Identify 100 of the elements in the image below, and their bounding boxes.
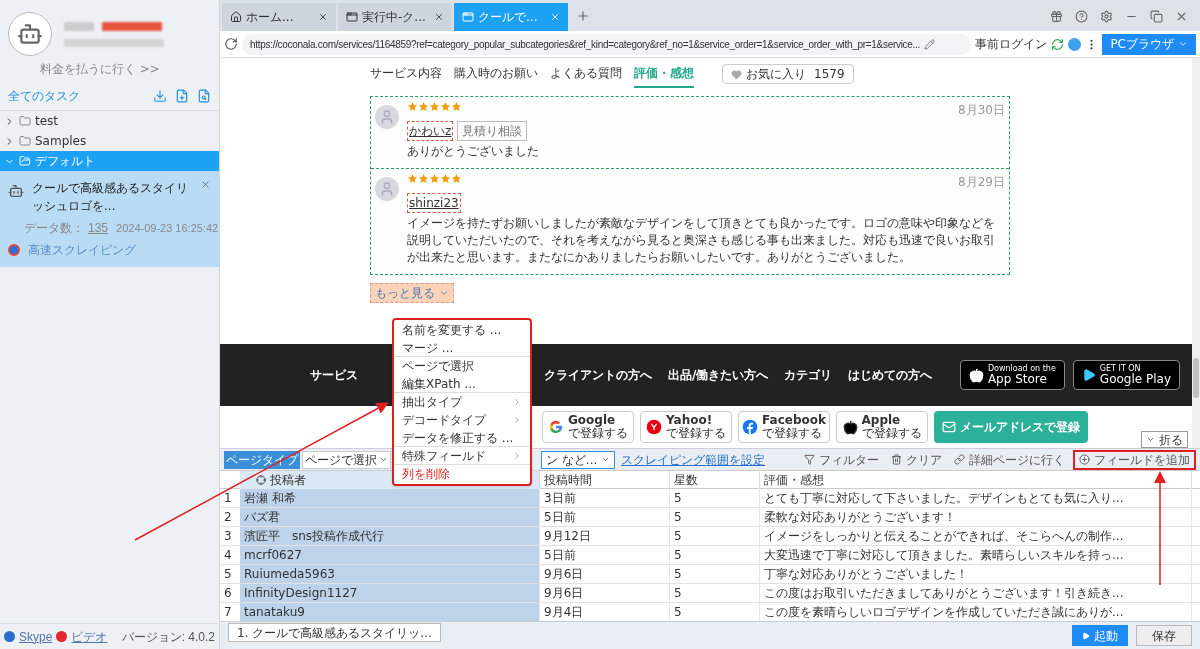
social-login-button[interactable]: Google で登録する [542,411,634,443]
context-menu-item[interactable]: デコードタイプ [394,411,530,429]
toolbar-action[interactable]: クリア [887,449,946,470]
context-menu-item[interactable]: データを修正する ... [394,429,530,447]
chevron-right-icon [512,450,522,461]
user-icon[interactable] [1068,37,1082,51]
star-icon [418,101,429,112]
context-menu-item[interactable]: マージ ... [394,339,530,357]
page-nav-tab[interactable]: よくある質問 [550,64,622,88]
toolbar-action[interactable]: フィルター [800,449,883,470]
table-cell: 濱匠平 sns投稿作成代行 [240,527,540,545]
table-cell: 9月12日 [540,527,670,545]
folder-tree-item[interactable]: test [0,111,219,131]
pre-login-button[interactable]: 事前ログイン [975,35,1048,53]
save-button[interactable]: 保存 [1136,625,1192,646]
folder-icon [19,115,31,127]
table-cell: 5日前 [540,508,670,526]
store-badge[interactable]: GET IT ON Google Play [1072,360,1180,390]
robot-icon [8,183,24,199]
close-icon[interactable] [434,12,444,22]
scraping-mode-label: 高速スクレイピング [28,242,136,259]
row-number: 5 [223,566,233,583]
search-task-icon[interactable] [197,89,211,103]
social-login-button[interactable]: Apple で登録する [836,411,928,443]
toolbar-action[interactable]: 詳細ページに行く [950,449,1069,470]
table-cell: とても丁寧に対応して下さいました。デザインもとても気に入り... [760,489,1192,507]
sync-icon[interactable] [1051,37,1065,51]
home-icon [230,11,242,23]
help-icon[interactable] [1075,10,1088,23]
window-icon [346,11,358,23]
window-icon [462,11,474,23]
star-icon [429,101,440,112]
close-icon[interactable] [550,12,560,22]
new-task-icon[interactable] [175,89,189,103]
table-cell: 9月6日 [540,565,670,583]
table-cell: 5 [670,508,760,526]
footer-heading: サービス [310,367,358,384]
column-header[interactable]: 投稿時間 [540,471,670,489]
table-cell: mcrf0627 [240,546,540,564]
store-badge[interactable]: Download on the App Store [959,360,1065,390]
footer-heading: 出品/働きたい方へ [668,367,769,384]
table-cell: バズ君 [240,508,540,526]
plus-circle-icon [1079,454,1090,465]
row-number: 3 [223,528,233,545]
context-menu-item[interactable]: 編集XPath ... [394,375,530,393]
favorite-button[interactable]: お気に入り 1579 [722,64,854,84]
context-menu-item[interactable]: 抽出タイプ [394,393,530,411]
footer-link[interactable]: ビデオ [71,627,108,646]
row-number: 2 [223,509,233,526]
table-cell: 柔軟な対応ありがとうございます！ [760,508,1192,526]
settings-icon[interactable] [1100,10,1113,23]
table-cell: 9月6日 [540,584,670,602]
scraping-range-link[interactable]: スクレイピング範囲を設定 [621,450,766,469]
url-field[interactable]: https://coconala.com/services/1164859?ref=category_popular_subcategories&ref_kind=category&ref_no=1&service_order=1&service_order_with_pr=1&service... [242,33,972,55]
page-select-dropdown[interactable]: ページで選択 [302,450,391,469]
close-icon[interactable] [318,12,328,22]
video-icon[interactable] [56,631,68,642]
import-icon[interactable] [153,89,167,103]
task-title: クールで高級感あるスタイリッシュロゴを... [32,180,189,215]
social-login-button[interactable]: Yahoo! で登録する [640,411,732,443]
table-cell: 丁寧な対応ありがとうございました！ [760,565,1192,583]
star-icon [418,173,429,184]
gift-icon[interactable] [1050,10,1063,23]
reviewer-name[interactable]: かわいz [407,121,454,141]
row-number: 1 [223,490,233,507]
collapse-button[interactable]: 折る [1141,431,1188,448]
folder-icon [19,135,31,147]
star-icon [451,173,462,184]
avatar-icon [375,177,399,201]
toolbar-action[interactable]: フィールドを追加 [1073,449,1196,470]
column-header[interactable]: 評価・感想 [760,471,1192,489]
skype-icon[interactable] [4,631,15,642]
browser-tab[interactable]: ホーム... [222,3,336,31]
row-number: 7 [223,604,233,621]
context-menu-item[interactable]: ページで選択 [394,357,530,375]
new-tab-icon[interactable] [576,9,590,23]
column-header[interactable]: 星数 [670,471,760,489]
browser-tab[interactable]: 実行中-ク... [338,3,452,31]
folder-tree-item[interactable]: Samples [0,131,219,151]
task-tab[interactable]: 1. クールで高級感あるスタイリッ... [228,623,441,642]
task-card[interactable]: クールで高級感あるスタイリッシュロゴを... データ数： 135 2024-09-23 16:25:42 高速スクレイピング [0,171,219,267]
star-icon [429,173,440,184]
edit-icon[interactable] [923,38,935,50]
restore-icon[interactable] [1150,10,1163,23]
context-menu-item[interactable]: 名前を変更する ... [394,321,530,339]
page-nav-tab[interactable]: 購入時のお願い [454,64,538,88]
reload-icon[interactable] [224,37,238,51]
google-g-icon [548,419,564,435]
social-login-button[interactable]: Facebook で登録する [738,411,830,443]
reviewer-name[interactable]: shinzi23 [407,193,461,213]
star-icon [440,101,451,112]
play-icon [1081,368,1096,382]
field-select-dropdown[interactable]: ン など... [541,450,616,469]
footer-link[interactable]: Skype [19,627,53,646]
table-cell: tanataku9 [240,603,540,621]
close-icon[interactable] [200,179,211,190]
close-icon[interactable] [1175,10,1188,23]
page-nav-tab[interactable]: サービス内容 [370,64,442,88]
avatar-icon [375,105,399,129]
context-menu-item[interactable]: 特殊フィールド [394,447,530,465]
